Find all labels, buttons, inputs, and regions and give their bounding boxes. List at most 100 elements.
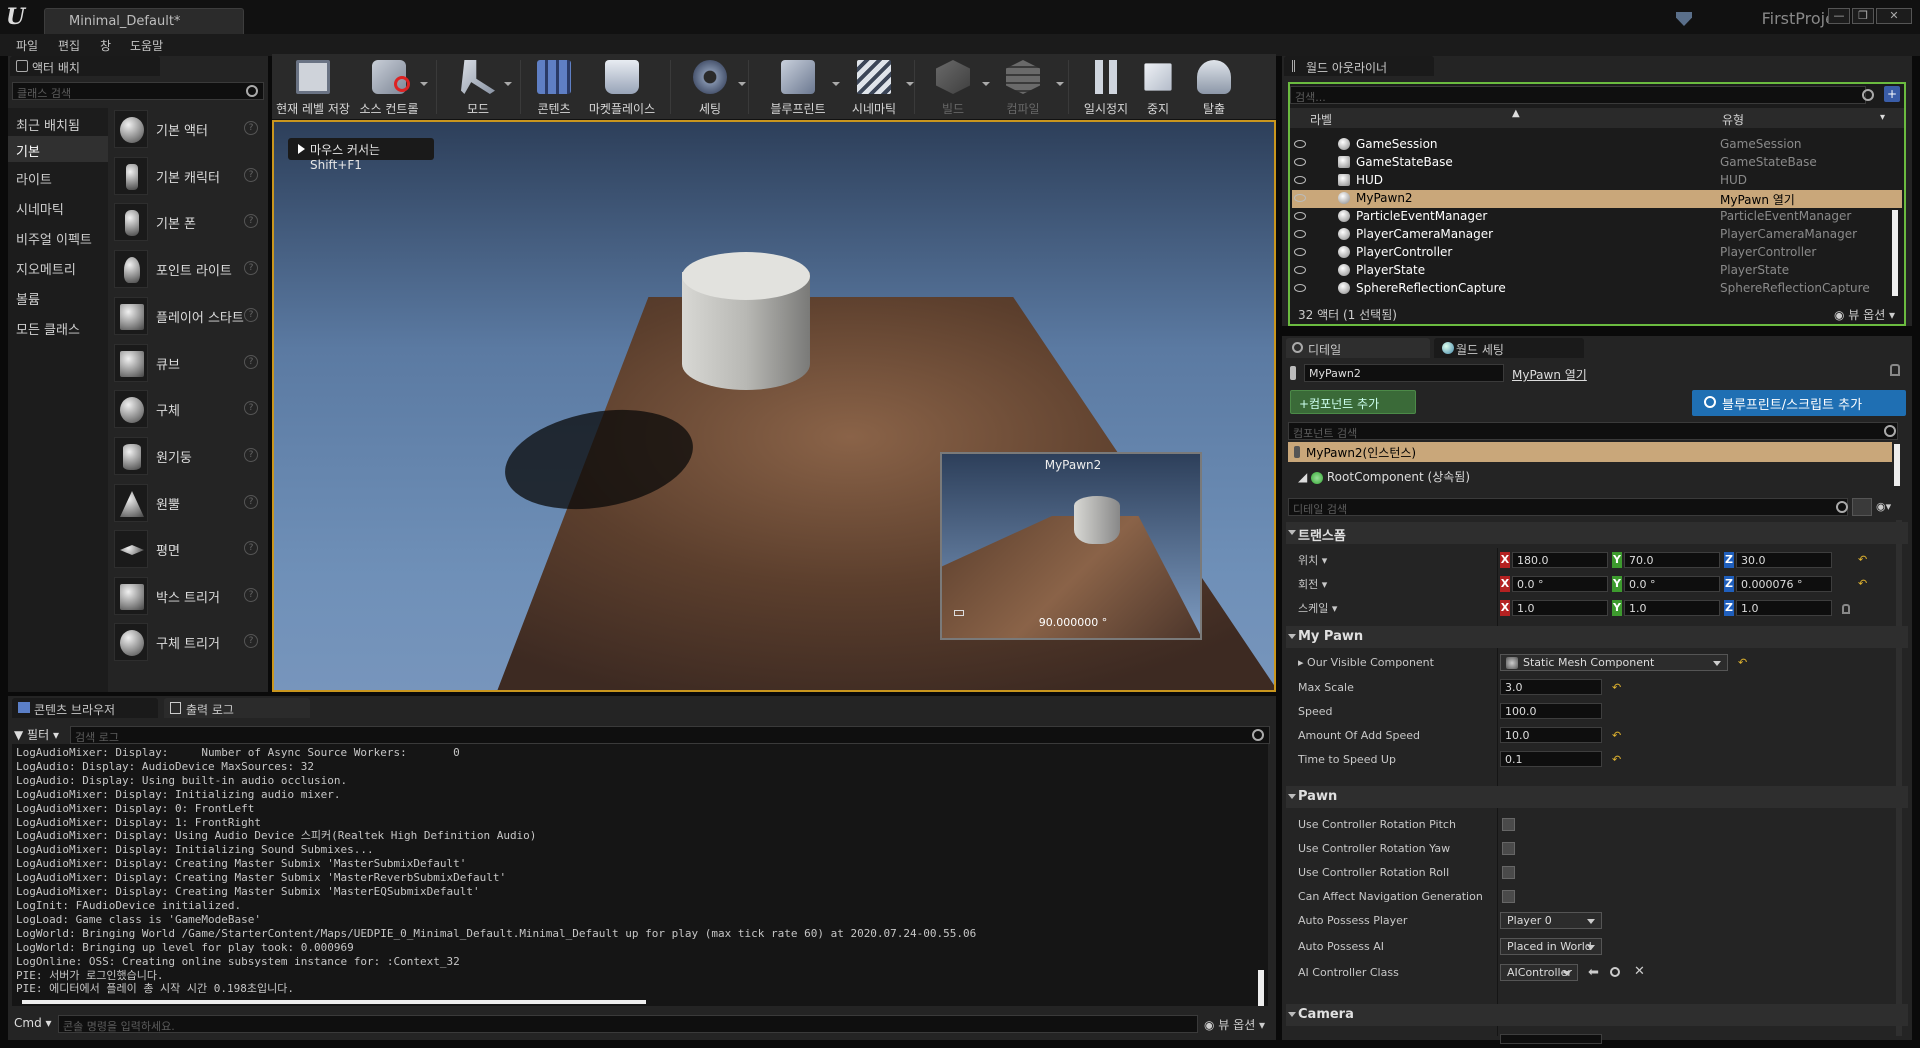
- outliner-view-options[interactable]: ◉ 뷰 옵션 ▾: [1834, 306, 1895, 323]
- outliner-scrollbar[interactable]: [1892, 210, 1898, 296]
- asset-item[interactable]: 기본 캐릭터?: [112, 154, 262, 198]
- asset-item[interactable]: 기본 액터?: [112, 107, 262, 151]
- log-vertical-scrollbar[interactable]: [1258, 970, 1264, 1006]
- document-tab[interactable]: Minimal_Default*: [44, 8, 244, 34]
- asset-item[interactable]: 구체?: [112, 387, 262, 431]
- asset-item[interactable]: 원뿔?: [112, 481, 262, 525]
- class-search-input[interactable]: 클래스 검색: [12, 82, 264, 100]
- reset-to-default-icon[interactable]: ↶: [1738, 657, 1748, 668]
- use-controller-rotation-yaw-checkbox[interactable]: [1502, 842, 1515, 855]
- visibility-eye-icon[interactable]: [1294, 194, 1306, 202]
- reset-to-default-icon[interactable]: ↶: [1858, 578, 1868, 589]
- outliner-search-input[interactable]: 검색...: [1290, 86, 1866, 104]
- help-icon[interactable]: ?: [244, 541, 258, 555]
- rotation-z-field[interactable]: 0.000076 °: [1736, 576, 1832, 592]
- modes-button[interactable]: 모드: [448, 54, 512, 120]
- scale-lock-icon[interactable]: [1842, 604, 1850, 614]
- use-controller-rotation-pitch-checkbox[interactable]: [1502, 818, 1515, 831]
- component-scrollbar[interactable]: [1894, 444, 1900, 486]
- root-component-row[interactable]: ◢ RootComponent (상속됨): [1298, 468, 1470, 485]
- outliner-row[interactable]: SphereReflectionCapture SphereReflectionC…: [1292, 280, 1902, 298]
- minimize-button[interactable]: —: [1828, 8, 1850, 24]
- tab-place-actors[interactable]: 액터 배치: [10, 56, 160, 76]
- log-horizontal-scrollbar[interactable]: [22, 1000, 646, 1004]
- outliner-row[interactable]: HUD HUD: [1292, 172, 1902, 190]
- outliner-row[interactable]: GameStateBase GameStateBase: [1292, 154, 1902, 172]
- use-selected-arrow-icon[interactable]: ⬅: [1588, 965, 1599, 980]
- category-volumes[interactable]: 볼륨: [8, 284, 108, 310]
- compile-button[interactable]: 컴파일: [994, 54, 1064, 120]
- console-command-input[interactable]: 콘솔 명령을 입력하세요.: [58, 1015, 1198, 1033]
- source-control-button[interactable]: 소스 컨트롤: [352, 54, 428, 120]
- outliner-row-selected[interactable]: MyPawn2 MyPawn 열기: [1292, 190, 1902, 208]
- property-matrix-button[interactable]: [1852, 498, 1872, 516]
- column-label[interactable]: 라벨: [1310, 111, 1332, 128]
- location-y-field[interactable]: 70.0: [1624, 552, 1720, 568]
- add-speed-field[interactable]: 10.0: [1500, 727, 1602, 743]
- location-z-field[interactable]: 30.0: [1736, 552, 1832, 568]
- help-icon[interactable]: ?: [244, 448, 258, 462]
- cinematics-button[interactable]: 시네마틱: [842, 54, 914, 120]
- asset-item[interactable]: 박스 트리거?: [112, 574, 262, 618]
- help-icon[interactable]: ?: [244, 121, 258, 135]
- reset-to-default-icon[interactable]: ↶: [1858, 554, 1868, 565]
- outliner-row[interactable]: PlayerController PlayerController: [1292, 244, 1902, 262]
- help-icon[interactable]: ?: [244, 168, 258, 182]
- details-scrollbar[interactable]: [1896, 520, 1902, 1036]
- filter-dropdown[interactable]: ▼ 필터 ▾: [14, 726, 59, 743]
- cmd-dropdown[interactable]: Cmd ▾: [14, 1016, 52, 1030]
- category-basic[interactable]: 기본: [8, 136, 108, 162]
- blueprints-button[interactable]: 블루프린트: [762, 54, 840, 120]
- open-class-link[interactable]: MyPawn 열기: [1512, 366, 1587, 383]
- log-view-options[interactable]: ◉ 뷰 옵션 ▾: [1204, 1016, 1265, 1033]
- asset-item[interactable]: 기본 폰?: [112, 200, 262, 244]
- section-pawn[interactable]: Pawn: [1286, 786, 1908, 808]
- column-type[interactable]: 유형: [1722, 111, 1744, 128]
- actor-name-input[interactable]: MyPawn2: [1304, 364, 1504, 382]
- outliner-row[interactable]: ParticleEventManager ParticleEventManager: [1292, 208, 1902, 226]
- help-icon[interactable]: ?: [244, 401, 258, 415]
- visible-component-label[interactable]: ▸ Our Visible Component: [1298, 656, 1434, 669]
- auto-possess-ai-dropdown[interactable]: Placed in World: [1500, 938, 1602, 955]
- help-icon[interactable]: ?: [244, 495, 258, 509]
- category-lights[interactable]: 라이트: [8, 164, 108, 190]
- section-camera[interactable]: Camera: [1286, 1004, 1908, 1026]
- visibility-eye-icon[interactable]: [1294, 284, 1306, 292]
- component-search-input[interactable]: 컴포넌트 검색: [1288, 422, 1898, 440]
- log-search-input[interactable]: 검색 로그: [70, 726, 1270, 744]
- visibility-eye-icon[interactable]: [1294, 230, 1306, 238]
- menu-window[interactable]: 창: [100, 37, 111, 54]
- asset-item[interactable]: 평면?: [112, 527, 262, 571]
- asset-item[interactable]: 포인트 라이트?: [112, 247, 262, 291]
- section-transform[interactable]: 트랜스폼: [1286, 522, 1908, 544]
- marketplace-button[interactable]: 마켓플레이스: [584, 54, 660, 120]
- reset-to-default-icon[interactable]: ↶: [1612, 730, 1622, 741]
- lock-icon[interactable]: [1890, 364, 1900, 376]
- tab-world-settings[interactable]: 월드 세팅: [1434, 338, 1584, 358]
- location-x-field[interactable]: 180.0: [1512, 552, 1608, 568]
- location-label[interactable]: 위치 ▾: [1298, 552, 1327, 568]
- max-scale-field[interactable]: 3.0: [1500, 679, 1602, 695]
- scale-y-field[interactable]: 1.0: [1624, 600, 1720, 616]
- add-component-button[interactable]: +컴포넌트 추가: [1290, 390, 1416, 414]
- category-recent[interactable]: 최근 배치됨: [8, 110, 108, 136]
- level-viewport[interactable]: 마우스 커서는 Shift+F1 MyPawn2 90.000000 °: [272, 120, 1276, 692]
- category-all-classes[interactable]: 모든 클래스: [8, 314, 108, 340]
- help-icon[interactable]: ?: [244, 588, 258, 602]
- visibility-eye-icon[interactable]: [1294, 212, 1306, 220]
- tab-output-log[interactable]: 출력 로그: [164, 698, 310, 718]
- clear-icon[interactable]: ✕: [1634, 964, 1645, 979]
- outliner-row[interactable]: PlayerState PlayerState: [1292, 262, 1902, 280]
- maximize-button[interactable]: ❐: [1852, 8, 1874, 24]
- speed-field[interactable]: 100.0: [1500, 703, 1602, 719]
- scale-x-field[interactable]: 1.0: [1512, 600, 1608, 616]
- visibility-eye-icon[interactable]: [1294, 140, 1306, 148]
- outliner-row[interactable]: GameSession GameSession: [1292, 136, 1902, 154]
- close-button[interactable]: ✕: [1876, 8, 1912, 24]
- component-instance-row[interactable]: MyPawn2(인스턴스): [1288, 442, 1892, 462]
- content-button[interactable]: 콘텐츠: [526, 54, 582, 120]
- outliner-row[interactable]: PlayerCameraManager PlayerCameraManager: [1292, 226, 1902, 244]
- help-icon[interactable]: ?: [244, 634, 258, 648]
- rotation-y-field[interactable]: 0.0 °: [1624, 576, 1720, 592]
- menu-help[interactable]: 도움말: [130, 37, 163, 54]
